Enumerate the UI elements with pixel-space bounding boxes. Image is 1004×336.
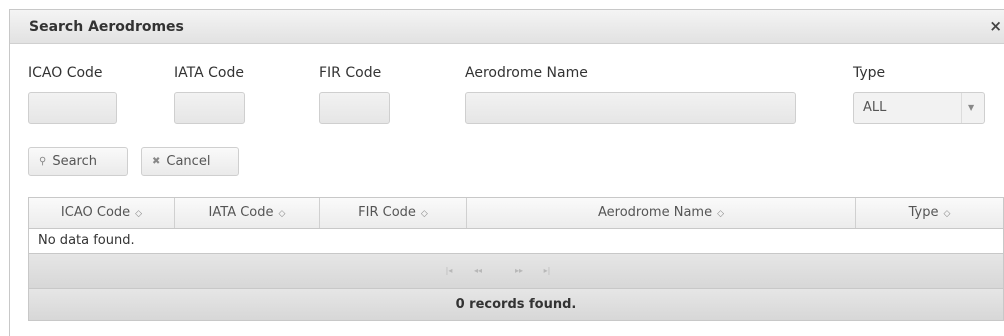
sort-icon: ◇ [135,209,143,219]
fir-code-label: FIR Code [319,65,382,81]
next-page-icon[interactable]: ▸▸ [508,262,530,280]
empty-message: No data found. [38,233,135,248]
search-icon: ⚲ [39,156,47,167]
column-header-icao[interactable]: ICAO Code ◇ [29,198,175,228]
icao-code-input[interactable] [28,92,117,124]
column-header-label: IATA Code [208,205,274,220]
sort-icon: ◇ [278,209,286,219]
paginator: |◂ ◂◂ ▸▸ ▸| [29,254,1003,289]
first-page-icon[interactable]: |◂ [438,262,460,280]
dialog-title: Search Aerodromes [29,19,184,35]
sort-icon: ◇ [943,209,951,219]
column-header-fir[interactable]: FIR Code ◇ [320,198,467,228]
aerodrome-name-input[interactable] [465,92,796,124]
type-label: Type [853,65,886,81]
search-aerodromes-dialog: Search Aerodromes × ICAO Code IATA Code … [9,9,1004,336]
close-x-icon: ✖ [152,156,161,167]
type-dropdown-toggle[interactable]: ▼ [961,93,984,123]
icao-code-label: ICAO Code [28,65,103,81]
cancel-button[interactable]: ✖ Cancel [141,147,239,176]
type-select-value: ALL [863,100,887,115]
column-header-aerodrome-name[interactable]: Aerodrome Name ◇ [467,198,856,228]
iata-code-input[interactable] [174,92,245,124]
cancel-button-label: Cancel [166,154,211,169]
last-page-icon[interactable]: ▸| [536,262,558,280]
records-count: 0 records found. [29,289,1003,320]
column-header-iata[interactable]: IATA Code ◇ [175,198,320,228]
column-header-label: Type [908,205,939,220]
aerodrome-name-label: Aerodrome Name [465,65,588,81]
fir-code-input[interactable] [319,92,390,124]
column-header-type[interactable]: Type ◇ [856,198,1003,228]
search-button[interactable]: ⚲ Search [28,147,128,176]
table-empty-row: No data found. [29,228,1003,254]
dialog-titlebar: Search Aerodromes × [10,10,1004,44]
sort-icon: ◇ [717,209,724,219]
search-button-label: Search [52,154,97,169]
column-header-label: ICAO Code [60,205,131,220]
table-header: ICAO Code ◇ IATA Code ◇ FIR Code ◇ Aerodrom… [29,198,1003,229]
column-header-label: Aerodrome Name [597,205,713,220]
close-icon[interactable]: × [989,17,1002,35]
column-header-label: FIR Code [358,205,416,220]
aerodromes-table: ICAO Code ◇ IATA Code ◇ FIR Code ◇ Aerodrom… [28,197,1004,321]
sort-icon: ◇ [420,209,428,219]
type-select[interactable]: ALL ▼ [853,92,985,124]
chevron-down-icon: ▼ [968,103,975,112]
iata-code-label: IATA Code [174,65,244,81]
previous-page-icon[interactable]: ◂◂ [467,262,489,280]
